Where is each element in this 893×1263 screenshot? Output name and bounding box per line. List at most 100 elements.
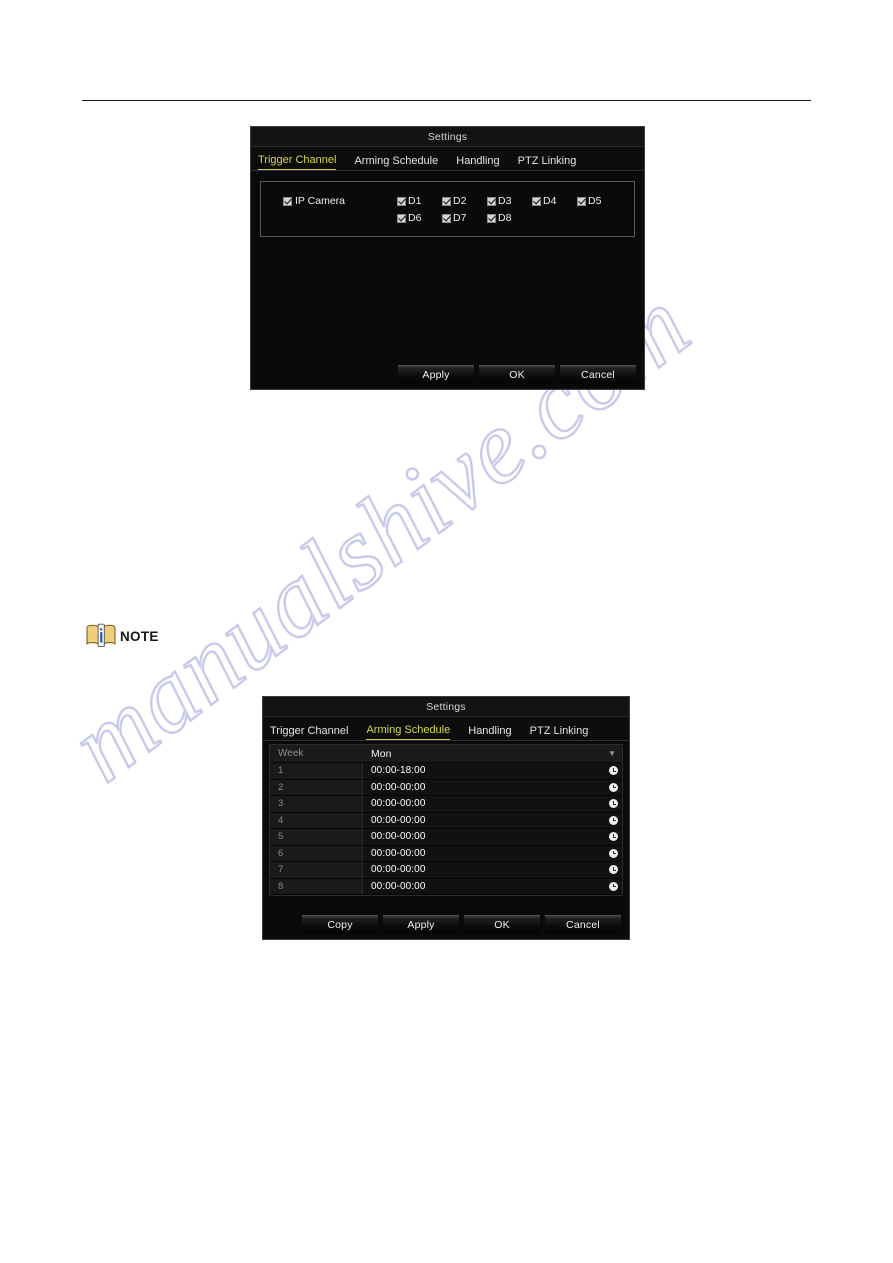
tab-arming-schedule[interactable]: Arming Schedule: [354, 155, 438, 170]
ok-button[interactable]: OK: [464, 914, 540, 934]
channel-checkbox-d3[interactable]: [487, 196, 496, 206]
channel-item-d6[interactable]: D6: [397, 212, 442, 224]
dialog-title: Settings: [426, 700, 466, 713]
cancel-button[interactable]: Cancel: [560, 364, 636, 384]
channel-label-d3: D3: [498, 195, 512, 207]
schedule-time-value: 00:00-00:00: [371, 814, 426, 826]
clock-icon[interactable]: [609, 865, 618, 875]
dialog-tabbar: Trigger Channel Arming Schedule Handling…: [263, 717, 629, 741]
channel-checkbox-d4[interactable]: [532, 196, 541, 206]
channel-checkbox-grid: D1 D2 D3 D4 D5 D6 D7 D8: [397, 195, 633, 224]
channel-item-d2[interactable]: D2: [442, 195, 487, 207]
channel-item-d8[interactable]: D8: [487, 212, 532, 224]
channel-checkbox-d7[interactable]: [442, 213, 451, 223]
clock-icon[interactable]: [609, 848, 618, 858]
channel-item-d4[interactable]: D4: [532, 195, 577, 207]
channel-item-d7[interactable]: D7: [442, 212, 487, 224]
table-row: 1 00:00-18:00: [270, 763, 622, 780]
schedule-time-field[interactable]: 00:00-00:00: [363, 779, 622, 795]
channel-label-d8: D8: [498, 212, 512, 224]
tab-trigger-channel[interactable]: Trigger Channel: [258, 154, 337, 170]
channel-checkbox-d2[interactable]: [442, 196, 451, 206]
table-row: 2 00:00-00:00: [270, 779, 622, 796]
schedule-time-value: 00:00-00:00: [371, 847, 426, 859]
schedule-time-field[interactable]: 00:00-00:00: [363, 796, 622, 812]
table-row: 3 00:00-00:00: [270, 796, 622, 813]
dialog-titlebar: Settings: [251, 127, 644, 147]
tab-handling[interactable]: Handling: [456, 155, 499, 170]
note-label: NOTE: [120, 628, 159, 644]
schedule-time-field[interactable]: 00:00-00:00: [363, 812, 622, 828]
apply-button[interactable]: Apply: [383, 914, 459, 934]
table-row: 5 00:00-00:00: [270, 829, 622, 846]
schedule-time-value: 00:00-00:00: [371, 880, 426, 892]
tab-trigger-channel[interactable]: Trigger Channel: [270, 725, 348, 740]
schedule-time-field[interactable]: 00:00-00:00: [363, 829, 622, 845]
schedule-row-number: 4: [270, 812, 363, 828]
week-dropdown-value: Mon: [371, 747, 392, 760]
table-row: 4 00:00-00:00: [270, 812, 622, 829]
settings-dialog-arming-schedule: Settings Trigger Channel Arming Schedule…: [262, 696, 630, 940]
channel-item-d5[interactable]: D5: [577, 195, 622, 207]
clock-icon[interactable]: [609, 832, 618, 842]
channel-selection-panel: IP Camera D1 D2 D3 D4 D5 D6 D7 D8: [260, 181, 635, 237]
schedule-time-value: 00:00-00:00: [371, 781, 426, 793]
channel-label-d4: D4: [543, 195, 557, 207]
channel-label-d7: D7: [453, 212, 467, 224]
tab-ptz-linking[interactable]: PTZ Linking: [518, 155, 577, 170]
table-row: 6 00:00-00:00: [270, 845, 622, 862]
schedule-row-number: 6: [270, 845, 363, 861]
channel-item-d1[interactable]: D1: [397, 195, 442, 207]
clock-icon[interactable]: [609, 782, 618, 792]
table-row: 7 00:00-00:00: [270, 862, 622, 879]
chevron-down-icon: ▼: [608, 748, 616, 758]
cancel-button[interactable]: Cancel: [545, 914, 621, 934]
apply-button[interactable]: Apply: [398, 364, 474, 384]
schedule-time-value: 00:00-00:00: [371, 831, 426, 843]
channel-checkbox-d1[interactable]: [397, 196, 406, 206]
ok-button[interactable]: OK: [479, 364, 555, 384]
schedule-time-value: 00:00-00:00: [371, 798, 426, 810]
ip-camera-label: IP Camera: [295, 195, 345, 207]
ip-camera-group[interactable]: IP Camera: [261, 195, 397, 207]
schedule-row-number: 5: [270, 829, 363, 845]
copy-button[interactable]: Copy: [302, 914, 378, 934]
tab-arming-schedule[interactable]: Arming Schedule: [366, 724, 451, 740]
clock-icon[interactable]: [609, 799, 618, 809]
clock-icon[interactable]: [609, 815, 618, 825]
note-block: NOTE: [85, 622, 159, 650]
schedule-time-field[interactable]: 00:00-18:00: [363, 763, 622, 779]
schedule-row-number: 2: [270, 779, 363, 795]
tab-handling[interactable]: Handling: [468, 725, 511, 740]
schedule-row-number: 7: [270, 862, 363, 878]
settings-dialog-trigger-channel: Settings Trigger Channel Arming Schedule…: [250, 126, 645, 390]
week-selector-row: Week Mon ▼: [270, 745, 622, 763]
dialog-title: Settings: [427, 130, 468, 143]
schedule-table: Week Mon ▼ 1 00:00-18:00 2 00:00-00:00 3…: [269, 744, 623, 896]
table-row: 8 00:00-00:00: [270, 878, 622, 895]
clock-icon[interactable]: [609, 881, 618, 891]
schedule-time-field[interactable]: 00:00-00:00: [363, 862, 622, 878]
channel-checkbox-d8[interactable]: [487, 213, 496, 223]
schedule-time-field[interactable]: 00:00-00:00: [363, 878, 622, 894]
channel-label-d1: D1: [408, 195, 422, 207]
dialog-tabbar: Trigger Channel Arming Schedule Handling…: [251, 147, 644, 171]
schedule-time-value: 00:00-00:00: [371, 864, 426, 876]
ip-camera-checkbox[interactable]: [283, 196, 292, 206]
channel-label-d2: D2: [453, 195, 467, 207]
channel-checkbox-d6[interactable]: [397, 213, 406, 223]
tab-ptz-linking[interactable]: PTZ Linking: [530, 725, 589, 740]
week-dropdown[interactable]: Mon ▼: [363, 745, 622, 762]
schedule-row-number: 8: [270, 878, 363, 894]
channel-checkbox-d5[interactable]: [577, 196, 586, 206]
schedule-row-number: 1: [270, 763, 363, 779]
schedule-row-number: 3: [270, 796, 363, 812]
dialog-footer: Copy Apply OK Cancel: [263, 909, 629, 939]
book-info-icon: [86, 623, 116, 648]
channel-item-d3[interactable]: D3: [487, 195, 532, 207]
dialog-footer: Apply OK Cancel: [251, 359, 644, 389]
page-header-rule: [82, 100, 811, 101]
clock-icon[interactable]: [609, 766, 618, 776]
channel-label-d5: D5: [588, 195, 602, 207]
schedule-time-field[interactable]: 00:00-00:00: [363, 845, 622, 861]
